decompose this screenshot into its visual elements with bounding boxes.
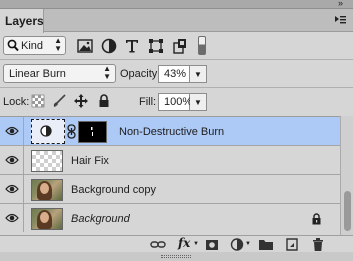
fill-dropdown-button[interactable]: ▼ [190,93,207,111]
add-mask-icon[interactable] [204,237,220,252]
opacity-value: 43% [164,68,187,80]
fill-value: 100% [164,96,193,108]
collapse-panel-button[interactable]: » [338,0,343,8]
layer-thumbnail[interactable] [31,179,63,201]
fill-label: Fill: [139,96,157,108]
panel-resize-grip[interactable] [0,252,353,261]
shape-filter-icon[interactable] [147,37,165,55]
photo-face [40,183,49,194]
layers-bottom-toolbar: fx ▼ ▼ [0,235,353,252]
smart-object-filter-icon[interactable] [171,37,189,55]
grip-dots [161,255,191,258]
chevron-down-icon: ▼ [194,98,202,107]
blend-mode-select[interactable]: Linear Burn ▲ ▼ [3,64,116,83]
link-mask-icon[interactable] [67,124,76,139]
filter-kind-select[interactable]: Kind ▲ ▼ [3,36,66,55]
lock-label: Lock: [3,96,30,108]
trash-icon[interactable] [310,237,326,252]
opacity-input[interactable]: 43% [158,65,190,83]
chevron-down-icon: ▼ [193,241,199,247]
chevron-updown-icon: ▲ ▼ [103,64,111,81]
eye-icon [5,155,19,165]
opacity-dropdown-button[interactable]: ▼ [190,65,207,83]
layer-row[interactable]: Hair Fix [0,146,340,175]
layer-mask-thumbnail[interactable] [78,121,107,143]
panel-tab-row: Layers [0,9,353,33]
layer-name: Non-Destructive Burn [119,126,225,138]
new-group-icon[interactable] [258,237,274,252]
link-icon[interactable] [150,237,166,252]
fill-input[interactable]: 100% [158,93,193,111]
layer-thumbnail[interactable] [31,150,63,172]
scrollbar-thumb[interactable] [344,191,351,231]
filter-kind-label: Kind [21,40,44,52]
opacity-label: Opacity: [120,68,161,80]
layer-thumbnail[interactable] [31,208,63,230]
new-layer-icon[interactable] [284,237,300,252]
layer-name: Background copy [71,184,156,196]
layer-row[interactable]: Background [0,204,340,233]
lock-position-icon[interactable] [74,94,88,108]
layer-row[interactable]: Background copy [0,175,340,204]
eye-icon [5,213,19,223]
lock-all-icon[interactable] [97,94,111,108]
layer-name: Background [71,213,130,225]
lock-icon [312,213,321,225]
filter-row: Kind ▲ ▼ [0,33,353,59]
visibility-toggle[interactable] [0,117,24,145]
eye-icon [5,184,19,194]
adjustment-layer-icon[interactable] [230,237,246,252]
lock-row: Lock: Fill: 100% ▼ [0,88,353,115]
pixel-filter-icon[interactable] [76,37,94,55]
adjustment-filter-icon[interactable] [100,37,118,55]
visibility-toggle[interactable] [0,175,24,203]
chevron-down-icon: ▼ [245,241,251,247]
adjustment-layer-thumbnail[interactable] [31,119,65,144]
adjustment-icon [40,125,52,137]
chevron-down-icon: ▼ [194,70,202,79]
chevron-updown-icon: ▲ ▼ [54,36,62,53]
photo-face [40,212,49,223]
tab-layers[interactable]: Layers [0,9,44,33]
blend-mode-value: Linear Burn [9,68,66,80]
visibility-toggle[interactable] [0,146,24,174]
visibility-toggle[interactable] [0,204,24,232]
type-filter-icon[interactable] [123,37,141,55]
panel-menu-icon[interactable] [333,13,347,27]
layer-row[interactable]: Non-Destructive Burn [0,117,340,146]
filter-toggle-switch[interactable] [198,36,206,55]
fx-icon[interactable]: fx [178,236,190,250]
layers-scrollbar[interactable] [340,116,353,235]
mask-marks [91,127,93,136]
layers-list: Non-Destructive Burn Hair Fix Background… [0,116,340,235]
blend-row: Linear Burn ▲ ▼ Opacity: 43% ▼ [0,60,353,87]
panel-titlebar[interactable]: » [0,0,353,9]
search-icon [7,39,19,52]
eye-icon [5,126,19,136]
lock-transparent-pixels-icon[interactable] [31,94,45,108]
lock-image-pixels-icon[interactable] [52,94,66,108]
layer-name: Hair Fix [71,155,109,167]
